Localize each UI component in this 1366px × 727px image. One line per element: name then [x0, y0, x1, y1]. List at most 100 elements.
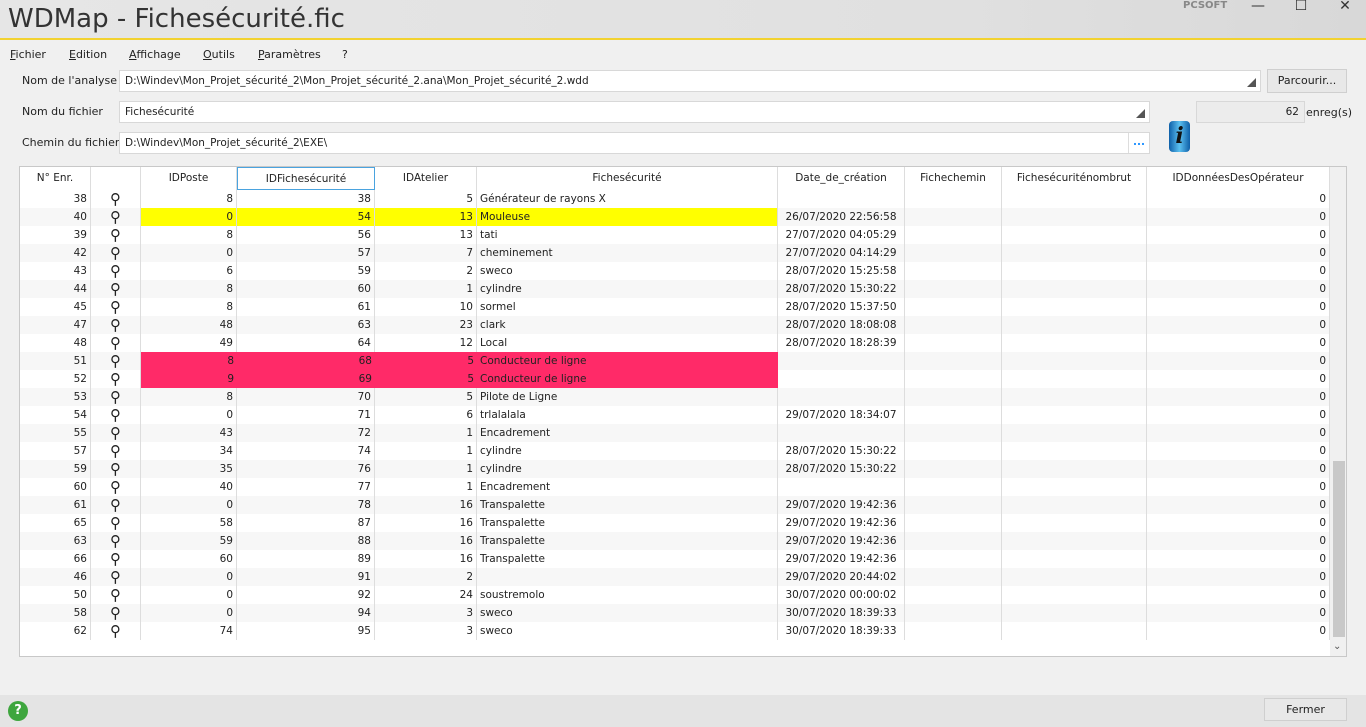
minimize-button[interactable]: —: [1237, 0, 1279, 14]
cell-col-num-enr: 54: [20, 406, 91, 424]
header-col-idatelier[interactable]: IDAtelier: [375, 167, 477, 190]
menu-fichier[interactable]: Fichier: [10, 48, 46, 61]
scrollbar-thumb[interactable]: [1333, 461, 1345, 637]
cell-col-idatelier: 2: [375, 568, 477, 586]
table-row[interactable]: 38 ⚲ 8 38 5 Générateur de rayons X0: [20, 190, 1330, 208]
table-row[interactable]: 57 ⚲ 34 74 1 cylindre 28/07/2020 15:30:22 0: [20, 442, 1330, 460]
cell-col-fichesecurite: Conducteur de ligne: [477, 370, 778, 388]
cell-col-date-creation: 29/07/2020 18:34:07: [778, 406, 905, 424]
header-col-date-creation[interactable]: Date_de_création: [778, 167, 905, 190]
cell-col-idatelier: 16: [375, 514, 477, 532]
cell-col-idposte: 0: [141, 208, 237, 226]
table-row[interactable]: 61 ⚲ 0 78 16 Transpalette 29/07/2020 19:42:36 0: [20, 496, 1330, 514]
cell-col-fichechemin: [905, 208, 1002, 226]
header-col-key[interactable]: [91, 167, 141, 190]
table-row[interactable]: 60 ⚲ 40 77 1 Encadrement 0: [20, 478, 1330, 496]
info-icon[interactable]: i: [1169, 121, 1190, 152]
table-row[interactable]: 40 ⚲ 0 54 13 Mouleuse 26/07/2020 22:56:58 0: [20, 208, 1330, 226]
browse-button[interactable]: Parcourir...: [1267, 69, 1347, 93]
table-row[interactable]: 48 ⚲ 49 64 12 Local 28/07/2020 18:28:39 0: [20, 334, 1330, 352]
cell-col-fichesecurite: sormel: [477, 298, 778, 316]
table-row[interactable]: 54 ⚲ 0 71 6 trlalalala 29/07/2020 18:34:07 0: [20, 406, 1330, 424]
table-row[interactable]: 39 ⚲ 8 56 13 tati 27/07/2020 04:05:29 0: [20, 226, 1330, 244]
table-row[interactable]: 47 ⚲ 48 63 23 clark 28/07/2020 18:08:08 0: [20, 316, 1330, 334]
scroll-down-icon[interactable]: ⌄: [1333, 641, 1341, 652]
cell-col-date-creation: 29/07/2020 19:42:36: [778, 550, 905, 568]
table-row[interactable]: 63 ⚲ 59 88 16 Transpalette 29/07/2020 19:42:36…: [20, 532, 1330, 550]
cell-col-idatelier: 3: [375, 622, 477, 640]
table-row[interactable]: 45 ⚲ 8 61 10 sormel 28/07/2020 15:37:50 0: [20, 298, 1330, 316]
table-row[interactable]: 62 ⚲ 74 95 3 sweco 30/07/2020 18:39:33 0: [20, 622, 1330, 640]
key-icon: ⚲: [91, 550, 141, 568]
cell-col-iddonnees-operateur: 0: [1147, 550, 1330, 568]
fichier-combo[interactable]: Fichesécurité: [119, 101, 1150, 123]
close-button[interactable]: Fermer: [1264, 698, 1347, 721]
table-row[interactable]: 52 ⚲ 9 69 5 Conducteur de ligne 0: [20, 370, 1330, 388]
cell-col-date-creation: [778, 352, 905, 370]
cell-col-fichesecurite-nombrut: [1002, 262, 1147, 280]
cell-col-fichechemin: [905, 514, 1002, 532]
table-row[interactable]: 44 ⚲ 8 60 1 cylindre 28/07/2020 15:30:22 0: [20, 280, 1330, 298]
key-icon: ⚲: [91, 478, 141, 496]
cell-col-idposte: 0: [141, 568, 237, 586]
cell-col-idfichesecurite: 94: [237, 604, 375, 622]
menu-outils[interactable]: Outils: [203, 48, 235, 61]
cell-col-date-creation: 26/07/2020 22:56:58: [778, 208, 905, 226]
cell-col-idposte: 8: [141, 388, 237, 406]
header-col-iddonnees-operateur[interactable]: IDDonnéesDesOpérateur: [1147, 167, 1330, 190]
cell-col-fichechemin: [905, 586, 1002, 604]
table-row[interactable]: 55 ⚲ 43 72 1 Encadrement 0: [20, 424, 1330, 442]
cell-col-fichesecurite: sweco: [477, 622, 778, 640]
header-col-idposte[interactable]: IDPoste: [141, 167, 237, 190]
cell-col-date-creation: 28/07/2020 15:30:22: [778, 280, 905, 298]
table-row[interactable]: 66 ⚲ 60 89 16 Transpalette 29/07/2020 19:42:36…: [20, 550, 1330, 568]
vertical-scrollbar[interactable]: ⌄: [1330, 167, 1346, 656]
table-row[interactable]: 42 ⚲ 0 57 7 cheminement 27/07/2020 04:14:29 0: [20, 244, 1330, 262]
menu-help[interactable]: ?: [342, 48, 348, 61]
key-icon: ⚲: [91, 244, 141, 262]
menu-affichage[interactable]: Affichage: [129, 48, 181, 61]
cell-col-iddonnees-operateur: 0: [1147, 478, 1330, 496]
cell-col-fichesecurite-nombrut: [1002, 604, 1147, 622]
chemin-field[interactable]: D:\Windev\Mon_Projet_sécurité_2\EXE\ ...: [119, 132, 1150, 154]
key-icon: ⚲: [91, 262, 141, 280]
cell-col-idfichesecurite: 72: [237, 424, 375, 442]
cell-col-date-creation: 29/07/2020 19:42:36: [778, 532, 905, 550]
menu-edition[interactable]: Edition: [69, 48, 107, 61]
table-row[interactable]: 59 ⚲ 35 76 1 cylindre 28/07/2020 15:30:22 0: [20, 460, 1330, 478]
cell-col-idatelier: 13: [375, 208, 477, 226]
table-row[interactable]: 46 ⚲ 0 91 2 29/07/2020 20:44:02 0: [20, 568, 1330, 586]
cell-col-num-enr: 53: [20, 388, 91, 406]
analyse-combo[interactable]: D:\Windev\Mon_Projet_sécurité_2\Mon_Proj…: [119, 70, 1261, 92]
table-row[interactable]: 50 ⚲ 0 92 24 soustremolo 30/07/2020 00:00:02 0: [20, 586, 1330, 604]
table-row[interactable]: 65 ⚲ 58 87 16 Transpalette 29/07/2020 19:42:36…: [20, 514, 1330, 532]
table-row[interactable]: 58 ⚲ 0 94 3 sweco 30/07/2020 18:39:33 0: [20, 604, 1330, 622]
cell-col-idfichesecurite: 63: [237, 316, 375, 334]
cell-col-num-enr: 51: [20, 352, 91, 370]
table-row[interactable]: 43 ⚲ 6 59 2 sweco 28/07/2020 15:25:58 0: [20, 262, 1330, 280]
header-col-num-enr[interactable]: N° Enr.: [20, 167, 91, 190]
header-col-fichesecurite-nombrut[interactable]: Fichesécuriténombrut: [1002, 167, 1147, 190]
cell-col-fichesecurite-nombrut: [1002, 244, 1147, 262]
menu-parametres[interactable]: Paramètres: [258, 48, 321, 61]
header-col-fichesecurite[interactable]: Fichesécurité: [477, 167, 778, 190]
cell-col-fichechemin: [905, 262, 1002, 280]
help-icon[interactable]: ?: [8, 701, 28, 721]
cell-col-fichesecurite: Transpalette: [477, 496, 778, 514]
cell-col-idatelier: 6: [375, 406, 477, 424]
table-row[interactable]: 53 ⚲ 8 70 5 Pilote de Ligne 0: [20, 388, 1330, 406]
table-row[interactable]: 51 ⚲ 8 68 5 Conducteur de ligne 0: [20, 352, 1330, 370]
cell-col-date-creation: 30/07/2020 18:39:33: [778, 604, 905, 622]
cell-col-fichesecurite: cylindre: [477, 460, 778, 478]
browse-path-button[interactable]: ...: [1128, 133, 1149, 153]
cell-col-fichechemin: [905, 478, 1002, 496]
cell-col-iddonnees-operateur: 0: [1147, 496, 1330, 514]
header-col-fichechemin[interactable]: Fichechemin: [905, 167, 1002, 190]
cell-col-idfichesecurite: 88: [237, 532, 375, 550]
fichier-value: Fichesécurité: [125, 106, 195, 118]
header-col-idfichesecurite[interactable]: IDFichesécurité: [237, 167, 375, 190]
cell-col-idposte: 8: [141, 280, 237, 298]
maximize-button[interactable]: ☐: [1280, 0, 1322, 14]
close-window-button[interactable]: ✕: [1324, 0, 1366, 14]
cell-col-fichechemin: [905, 460, 1002, 478]
